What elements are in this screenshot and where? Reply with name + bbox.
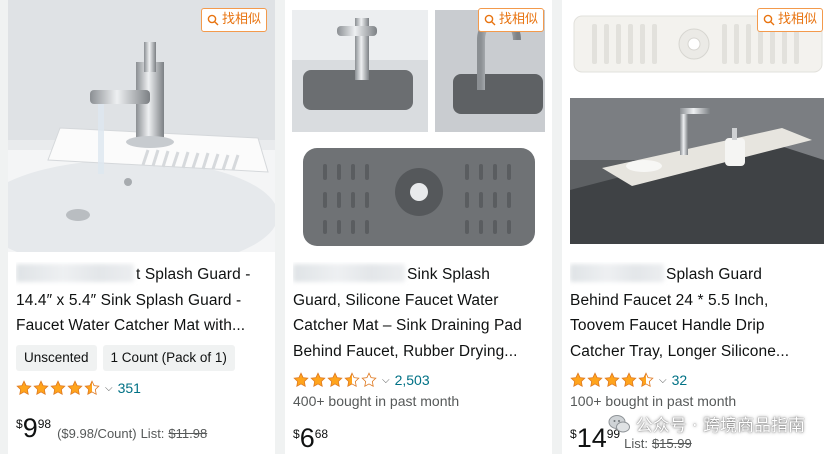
product-card[interactable]: 找相似 Splash Guard Behind Faucet 24 * 5.5 … xyxy=(562,0,831,454)
rating[interactable]: ⌵ 2,503 xyxy=(293,372,430,388)
star-rating[interactable] xyxy=(293,372,377,388)
list-label: List: xyxy=(140,426,165,441)
product-card[interactable]: 找相似 t Splash Guard - 14.4″ x 5.4″ Sink S… xyxy=(8,0,275,454)
search-icon xyxy=(207,14,219,26)
find-similar-label: 找相似 xyxy=(498,12,538,27)
watermark: 公众号 · 跨境商品指南 xyxy=(608,411,805,436)
product-title[interactable]: Splash Guard Behind Faucet 24 * 5.5 Inch… xyxy=(570,262,825,364)
star-icon xyxy=(50,380,66,395)
star-icon xyxy=(361,372,377,387)
product-image[interactable]: 找相似 xyxy=(285,0,552,252)
list-price: $11.98 xyxy=(168,426,208,441)
find-similar-button[interactable]: 找相似 xyxy=(756,8,823,32)
bought-in-past-month: 100+ bought in past month xyxy=(570,393,737,409)
product-image[interactable]: 找相似 xyxy=(8,0,275,252)
star-icon xyxy=(67,380,83,395)
find-similar-button[interactable]: 找相似 xyxy=(477,8,544,32)
star-icon xyxy=(33,380,49,395)
review-count-link[interactable]: 2,503 xyxy=(395,372,430,388)
find-similar-button[interactable]: 找相似 xyxy=(200,8,267,32)
redacted-brand xyxy=(16,264,134,282)
find-similar-label: 找相似 xyxy=(777,12,817,27)
star-icon xyxy=(310,372,326,387)
star-icon xyxy=(327,372,343,387)
product-title[interactable]: t Splash Guard - 14.4″ x 5.4″ Sink Splas… xyxy=(16,262,269,339)
review-count-link[interactable]: 32 xyxy=(672,372,688,388)
redacted-brand xyxy=(293,264,405,282)
wechat-icon xyxy=(608,414,630,432)
search-icon xyxy=(484,14,496,26)
bought-in-past-month: 400+ bought in past month xyxy=(293,393,460,409)
star-icon xyxy=(604,372,620,387)
chevron-down-icon[interactable]: ⌵ xyxy=(382,375,390,386)
variant-chips: Unscented 1 Count (Pack of 1) xyxy=(16,345,235,371)
product-image[interactable]: 找相似 xyxy=(562,0,831,252)
variant-chip-scent[interactable]: Unscented xyxy=(16,345,97,371)
search-icon xyxy=(763,14,775,26)
price[interactable]: $ 6 68 xyxy=(293,424,328,452)
unit-price: ($9.98/Count) xyxy=(57,426,137,441)
chevron-down-icon[interactable]: ⌵ xyxy=(105,383,113,394)
redacted-brand xyxy=(570,264,664,282)
star-icon xyxy=(587,372,603,387)
list-price: $15.99 xyxy=(651,436,692,451)
star-icon xyxy=(293,372,309,387)
star-rating[interactable] xyxy=(570,372,654,388)
list-label: List: xyxy=(624,436,648,451)
chevron-down-icon[interactable]: ⌵ xyxy=(659,375,667,386)
star-icon xyxy=(621,372,637,387)
find-similar-label: 找相似 xyxy=(221,12,261,27)
star-icon xyxy=(344,372,360,387)
rating[interactable]: ⌵ 32 xyxy=(570,372,687,388)
review-count-link[interactable]: 351 xyxy=(118,380,141,396)
product-card[interactable]: 找相似 Sink Splash Guard, Silicone Faucet W… xyxy=(285,0,552,454)
star-icon xyxy=(638,372,654,387)
watermark-text: 公众号 · 跨境商品指南 xyxy=(635,416,805,436)
star-rating[interactable] xyxy=(16,380,100,396)
product-title[interactable]: Sink Splash Guard, Silicone Faucet Water… xyxy=(293,262,546,364)
star-icon xyxy=(570,372,586,387)
rating[interactable]: ⌵ 351 xyxy=(16,380,141,396)
price[interactable]: $ 9 98 ($9.98/Count) List: $11.98 xyxy=(16,414,207,442)
star-icon xyxy=(84,380,100,395)
star-icon xyxy=(16,380,32,395)
variant-chip-size[interactable]: 1 Count (Pack of 1) xyxy=(102,345,235,371)
